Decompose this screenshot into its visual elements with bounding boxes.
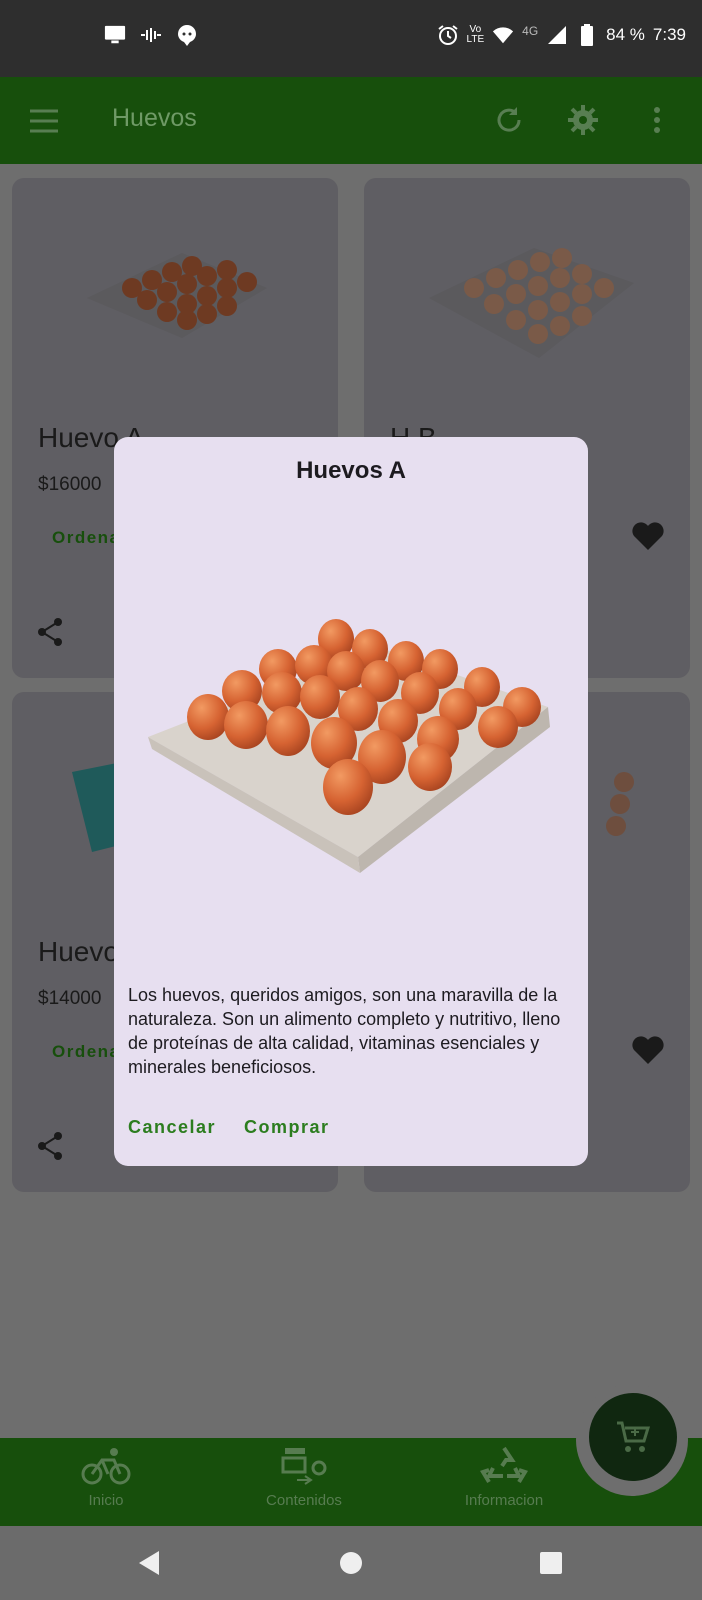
menu-icon[interactable] bbox=[28, 107, 60, 135]
scooter-icon bbox=[281, 1448, 327, 1485]
home-button[interactable] bbox=[334, 1546, 368, 1580]
wifi-icon bbox=[492, 24, 514, 46]
bicycle-icon bbox=[81, 1448, 131, 1485]
order-button[interactable]: Ordena bbox=[52, 528, 121, 548]
order-button[interactable]: Ordena bbox=[52, 1042, 121, 1062]
recycle-icon bbox=[480, 1446, 528, 1484]
egg-tray-image bbox=[429, 248, 634, 358]
system-navigation-bar bbox=[0, 1526, 702, 1600]
back-icon bbox=[139, 1551, 159, 1575]
favorite-icon[interactable] bbox=[630, 1032, 666, 1068]
product-price: $14000 bbox=[38, 988, 102, 1009]
recents-icon bbox=[540, 1552, 562, 1574]
dialog-actions: Cancelar Comprar bbox=[128, 1117, 330, 1138]
recents-button[interactable] bbox=[534, 1546, 568, 1580]
battery-icon bbox=[576, 24, 598, 46]
status-bar: Vo LTE 4G 84 % 7:39 bbox=[0, 0, 702, 77]
dialog-description: Los huevos, queridos amigos, son una mar… bbox=[128, 985, 561, 1077]
signal-icon bbox=[546, 24, 568, 46]
nav-label: Informacion bbox=[464, 1492, 544, 1509]
audio-wave-icon bbox=[140, 24, 162, 46]
back-button[interactable] bbox=[132, 1546, 166, 1580]
share-icon[interactable] bbox=[34, 1130, 66, 1162]
chat-icon bbox=[176, 24, 198, 46]
buy-button[interactable]: Comprar bbox=[244, 1117, 330, 1138]
more-vert-icon[interactable] bbox=[640, 103, 674, 137]
share-icon[interactable] bbox=[34, 616, 66, 648]
nav-label: Inicio bbox=[88, 1492, 124, 1509]
favorite-icon[interactable] bbox=[630, 518, 666, 554]
nav-item-inicio[interactable]: Inicio bbox=[26, 1446, 186, 1509]
egg-tray-image bbox=[87, 253, 267, 338]
product-name: Huevo bbox=[38, 936, 119, 967]
settings-icon[interactable] bbox=[566, 103, 600, 137]
nav-label: Contenidos bbox=[266, 1492, 342, 1509]
nav-item-contenidos[interactable]: Contenidos bbox=[224, 1446, 384, 1509]
egg-tray-image bbox=[148, 619, 550, 873]
nav-item-informacion[interactable]: Informacion bbox=[424, 1446, 584, 1509]
volte-indicator: Vo LTE bbox=[467, 25, 485, 45]
screen-cast-icon bbox=[104, 24, 126, 46]
volte-bottom: LTE bbox=[466, 34, 485, 45]
product-dialog: Huevos A Los huevos, queridos amigos, so… bbox=[114, 437, 588, 1166]
alarm-icon bbox=[437, 24, 459, 46]
app-bar: Huevos bbox=[0, 77, 702, 164]
page-title: Huevos bbox=[112, 104, 197, 132]
product-price: $16000 bbox=[38, 474, 102, 495]
dialog-title: Huevos A bbox=[296, 457, 406, 484]
home-icon bbox=[340, 1552, 362, 1574]
refresh-icon[interactable] bbox=[492, 103, 526, 137]
network-type: 4G bbox=[522, 24, 539, 38]
cancel-button[interactable]: Cancelar bbox=[128, 1117, 216, 1138]
battery-level: 84 % bbox=[606, 25, 645, 44]
clock: 7:39 bbox=[652, 25, 686, 44]
cart-icon bbox=[617, 1421, 651, 1452]
cart-button[interactable] bbox=[589, 1393, 677, 1481]
